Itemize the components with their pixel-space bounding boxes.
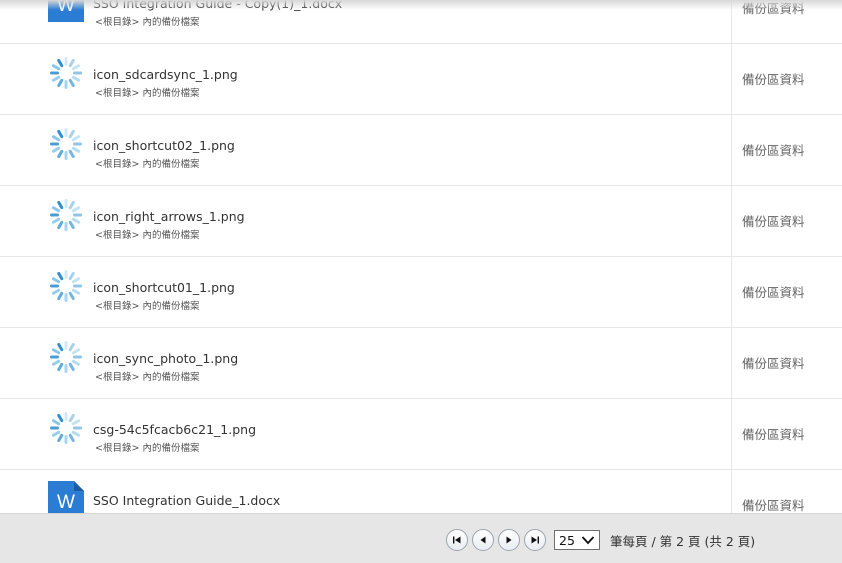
loading-spinner-icon: [48, 126, 84, 164]
loading-spinner-icon: [48, 55, 84, 93]
loading-spinner-icon: [48, 197, 84, 235]
file-row[interactable]: icon_right_arrows_1.png <根目錄> 內的備份檔案 備份區資料: [0, 186, 842, 257]
pager-summary: 筆每頁 / 第 2 頁 (共 2 頁): [610, 533, 756, 549]
file-path: <根目錄> 內的備份檔案: [95, 372, 200, 383]
file-path: <根目錄> 內的備份檔案: [95, 301, 200, 312]
svg-text:W: W: [57, 492, 75, 513]
first-page-icon: [453, 536, 461, 544]
file-location: 備份區資料: [742, 285, 805, 300]
file-location: 備份區資料: [742, 72, 805, 87]
prev-page-icon: [480, 536, 486, 544]
chevron-down-icon: [581, 536, 595, 545]
file-name[interactable]: icon_shortcut01_1.png: [93, 280, 235, 295]
pager: 25 筆每頁 / 第 2 頁 (共 2 頁): [446, 528, 755, 552]
per-page-value: 25: [559, 532, 575, 548]
file-location: 備份區資料: [742, 356, 805, 371]
file-path: <根目錄> 內的備份檔案: [95, 230, 200, 241]
file-name[interactable]: icon_sdcardsync_1.png: [93, 67, 238, 82]
file-location: 備份區資料: [742, 427, 805, 442]
file-row[interactable]: csg-54c5fcacb6c21_1.png <根目錄> 內的備份檔案 備份區資料: [0, 399, 842, 470]
file-name[interactable]: icon_sync_photo_1.png: [93, 351, 238, 366]
file-location: 備份區資料: [742, 143, 805, 158]
file-path: <根目錄> 內的備份檔案: [95, 17, 200, 28]
prev-page-button[interactable]: [472, 529, 494, 551]
last-page-icon: [531, 536, 539, 544]
file-row[interactable]: icon_shortcut01_1.png <根目錄> 內的備份檔案 備份區資料: [0, 257, 842, 328]
loading-spinner-icon: [48, 410, 84, 448]
top-shadow: [0, 0, 842, 10]
next-page-icon: [506, 536, 512, 544]
file-name[interactable]: icon_shortcut02_1.png: [93, 138, 235, 153]
next-page-button[interactable]: [498, 529, 520, 551]
file-row[interactable]: icon_sync_photo_1.png <根目錄> 內的備份檔案 備份區資料: [0, 328, 842, 399]
per-page-select[interactable]: 25: [554, 530, 600, 550]
last-page-button[interactable]: [524, 529, 546, 551]
loading-spinner-icon: [48, 268, 84, 306]
file-path: <根目錄> 內的備份檔案: [95, 159, 200, 170]
file-name[interactable]: SSO Integration Guide_1.docx: [93, 493, 280, 508]
loading-spinner-icon: [48, 339, 84, 377]
file-name[interactable]: icon_right_arrows_1.png: [93, 209, 245, 224]
file-location: 備份區資料: [742, 214, 805, 229]
file-name[interactable]: csg-54c5fcacb6c21_1.png: [93, 422, 256, 437]
first-page-button[interactable]: [446, 529, 468, 551]
file-location: 備份區資料: [742, 498, 805, 513]
file-path: <根目錄> 內的備份檔案: [95, 443, 200, 454]
file-path: <根目錄> 內的備份檔案: [95, 88, 200, 99]
pagination-bar: 25 筆每頁 / 第 2 頁 (共 2 頁): [0, 513, 842, 563]
file-list: WSSO Integration Guide - Copy(1)_1.docx<…: [0, 0, 842, 541]
file-row[interactable]: icon_shortcut02_1.png <根目錄> 內的備份檔案 備份區資料: [0, 115, 842, 186]
file-row[interactable]: icon_sdcardsync_1.png <根目錄> 內的備份檔案 備份區資料: [0, 44, 842, 115]
